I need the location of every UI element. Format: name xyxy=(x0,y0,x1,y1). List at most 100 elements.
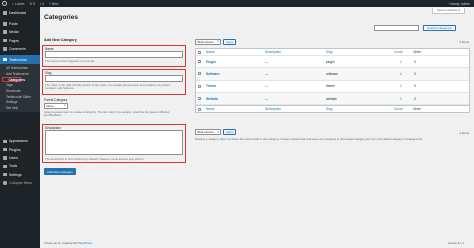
column-count-footer[interactable]: Count xyxy=(394,107,403,111)
column-order-header: Order xyxy=(413,50,422,54)
menu-item-dashboard[interactable]: Dashboard xyxy=(0,9,40,17)
admin-sidebar: Dashboard Posts Media Pages Comments Tes… xyxy=(0,7,40,248)
form-heading: Add New Category xyxy=(44,38,77,42)
category-count-link[interactable]: 1 xyxy=(400,97,402,101)
column-count-header[interactable]: Count xyxy=(394,50,403,54)
menu-label: Appearance xyxy=(9,139,28,144)
menu-item-appearance[interactable]: Appearance xyxy=(0,137,40,145)
comments-link[interactable]: ▪ 0 xyxy=(40,2,44,6)
updates-link[interactable]: ↻ 5 xyxy=(29,2,35,6)
menu-item-testimonial[interactable]: Testimonial xyxy=(0,55,40,64)
parent-category-label: Parent Category xyxy=(44,98,68,102)
menu-label: Users xyxy=(9,156,19,161)
select-all-checkbox[interactable] xyxy=(198,50,201,54)
items-count-top: 4 items xyxy=(459,40,469,44)
menu-item-settings[interactable]: Settings xyxy=(0,170,40,178)
search-categories-button[interactable]: Search Categories xyxy=(423,25,456,31)
name-input[interactable] xyxy=(45,51,183,58)
row-checkbox[interactable] xyxy=(198,97,201,101)
category-name-link[interactable]: Software xyxy=(206,72,219,76)
brush-icon xyxy=(3,139,7,144)
table-footer-row: Name Description Slug Count Order xyxy=(196,105,469,112)
menu-item-plugins[interactable]: Plugins xyxy=(0,146,40,154)
column-slug-footer[interactable]: Slug xyxy=(326,107,332,111)
menu-label: Comments xyxy=(9,46,26,51)
page-icon xyxy=(3,38,7,43)
chevron-down-icon: ▾ xyxy=(217,40,219,43)
media-icon xyxy=(3,30,7,34)
category-description: — xyxy=(265,71,269,76)
apply-button-top[interactable]: Apply xyxy=(223,38,236,45)
apply-button-bottom[interactable]: Apply xyxy=(223,129,236,135)
search-input[interactable] xyxy=(374,25,419,31)
users-icon xyxy=(3,156,7,160)
category-description: — xyxy=(265,59,269,64)
wordpress-link[interactable]: WordPress xyxy=(78,241,92,245)
select-all-checkbox-footer[interactable] xyxy=(198,107,201,111)
description-label: Description xyxy=(45,125,61,130)
bulk-actions-label: Bulk actions xyxy=(197,130,214,134)
menu-item-tools[interactable]: Tools xyxy=(0,162,40,170)
testimonial-submenu: All Testimonials Add Testimonial Categor… xyxy=(0,63,40,113)
menu-item-media[interactable]: Media xyxy=(0,28,40,36)
comment-icon xyxy=(3,47,7,51)
collapse-icon xyxy=(3,181,7,185)
menu-item-pages[interactable]: Pages xyxy=(0,36,40,44)
menu-item-comments[interactable]: Comments xyxy=(0,45,40,53)
category-order: 0 xyxy=(414,84,416,89)
category-slug: website xyxy=(326,96,337,101)
column-slug-header[interactable]: Slug xyxy=(326,50,332,54)
column-name-footer[interactable]: Name xyxy=(206,107,215,111)
menu-item-collapse[interactable]: Collapse Menu xyxy=(0,179,40,187)
column-description-footer[interactable]: Description xyxy=(265,107,281,111)
row-checkbox[interactable] xyxy=(198,84,201,88)
column-order-footer: Order xyxy=(413,107,422,112)
submenu-add-testimonial[interactable]: Add Testimonial xyxy=(0,71,40,77)
category-order: 0 xyxy=(414,71,416,76)
menu-item-users[interactable]: Users xyxy=(0,154,40,162)
bulk-actions-select-bottom[interactable]: Bulk actions ▾ xyxy=(195,129,221,135)
table-row: Software — software 4 0 xyxy=(196,68,469,81)
column-name-header[interactable]: Name xyxy=(206,50,215,54)
category-order: 0 xyxy=(414,59,416,64)
category-count-link[interactable]: 1 xyxy=(400,60,402,64)
my-account-link[interactable]: Howdy, admin xyxy=(449,2,470,6)
testimonial-icon xyxy=(3,57,7,62)
description-textarea[interactable] xyxy=(45,130,183,155)
site-name-link[interactable]: ⌂ Lorem xyxy=(12,2,24,6)
slug-input[interactable] xyxy=(45,75,183,82)
menu-label: Collapse Menu xyxy=(9,180,33,185)
bulk-actions-label: Bulk actions xyxy=(197,39,214,44)
menu-label: Posts xyxy=(9,21,18,26)
updates-count: 5 xyxy=(33,1,35,6)
category-name-link[interactable]: Plugin xyxy=(206,60,216,64)
table-row: Website — website 1 0 xyxy=(196,92,469,106)
items-count-bottom: 4 items xyxy=(459,130,469,135)
name-label: Name xyxy=(45,46,54,51)
submenu-get-help[interactable]: Get help xyxy=(0,105,40,111)
wrench-icon xyxy=(3,164,7,169)
row-checkbox[interactable] xyxy=(198,60,201,64)
name-help: The name is how it appears on your site. xyxy=(45,59,96,63)
menu-label: Testimonial xyxy=(9,57,27,62)
category-name-link[interactable]: Theme xyxy=(206,84,216,88)
category-count-link[interactable]: 1 xyxy=(400,84,402,88)
footer-version: Version 6.1.1 xyxy=(447,241,464,245)
new-content-link[interactable]: + New xyxy=(49,2,58,6)
menu-label: Pages xyxy=(9,38,19,43)
category-slug: theme xyxy=(326,84,335,89)
bulk-actions-select-top[interactable]: Bulk actions ▾ xyxy=(195,38,221,45)
screen-options-button[interactable]: Screen Options ▾ xyxy=(431,8,465,14)
table-row: Plugin — plugin 1 0 xyxy=(196,56,469,69)
parent-category-help: Assign a parent term to create a hierarc… xyxy=(44,110,170,118)
row-checkbox[interactable] xyxy=(198,72,201,76)
parent-category-select[interactable]: None ▾ xyxy=(44,102,68,109)
category-count-link[interactable]: 4 xyxy=(400,72,402,76)
column-description-header[interactable]: Description xyxy=(265,50,281,54)
slug-help: The “slug” is the URL-friendly version o… xyxy=(45,82,171,90)
add-new-category-button[interactable]: Add New Category xyxy=(44,168,76,175)
category-name-link[interactable]: Website xyxy=(206,97,218,101)
plugin-icon xyxy=(3,147,7,152)
wordpress-logo-icon[interactable] xyxy=(2,1,7,6)
menu-item-posts[interactable]: Posts xyxy=(0,20,40,28)
